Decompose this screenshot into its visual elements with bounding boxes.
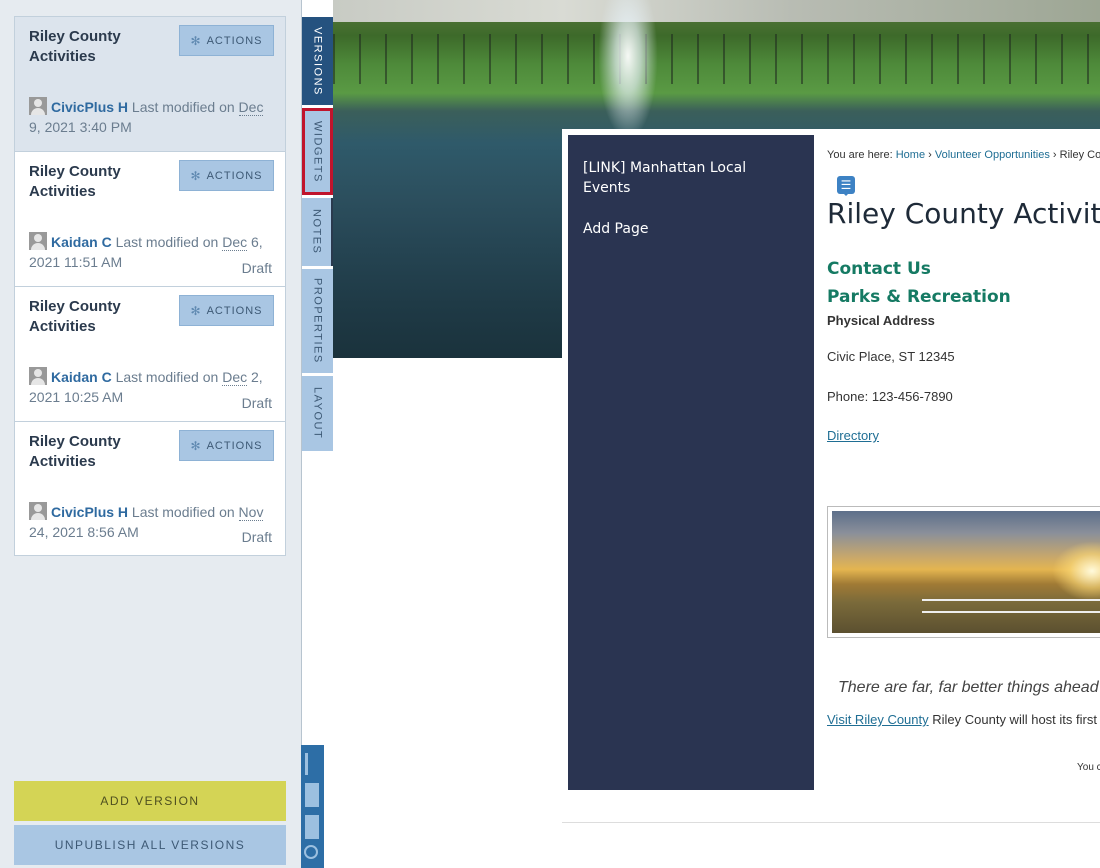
department-heading: Parks & Recreation: [827, 287, 1011, 307]
tab-notes[interactable]: NOTES: [302, 198, 333, 266]
breadcrumb-volunteer[interactable]: Volunteer Opportunities: [935, 149, 1050, 161]
status-badge: Draft: [241, 395, 272, 411]
list-icon[interactable]: ☰: [837, 176, 855, 196]
version-card[interactable]: Riley County Activities ✻ ACTIONS CivicPl…: [14, 421, 286, 556]
breadcrumb-home[interactable]: Home: [896, 149, 925, 161]
phone-text: Phone: 123-456-7890: [827, 389, 953, 404]
visit-paragraph: Visit Riley County Riley County will hos…: [827, 712, 1097, 727]
visit-text: Riley County will host its first: [928, 712, 1097, 727]
footer-snippet: You c: [1077, 762, 1100, 773]
page-content: You are here: Home › Volunteer Opportuni…: [827, 135, 1100, 868]
avatar: [29, 502, 47, 520]
actions-label: ACTIONS: [206, 304, 263, 317]
version-list: Riley County Activities ✻ ACTIONS CivicPl…: [14, 16, 286, 556]
fence-bg: [333, 34, 1100, 84]
version-meta: CivicPlus H Last modified on Dec 9, 2021…: [29, 97, 267, 137]
gear-icon: ✻: [190, 438, 202, 453]
version-title: Riley County Activities: [29, 433, 121, 470]
version-meta: Kaidan C Last modified on Dec 6, 2021 11…: [29, 232, 267, 272]
actions-label: ACTIONS: [206, 169, 263, 182]
breadcrumb-current: Riley Co: [1059, 149, 1100, 161]
quote-text: There are far, far better things ahead t: [838, 679, 1100, 696]
modified-label: Last modified on: [115, 369, 219, 385]
contact-heading: Contact Us: [827, 259, 931, 279]
address-text: Civic Place, ST 12345: [827, 349, 955, 364]
page-title: Riley County Activit: [827, 197, 1100, 230]
date-rest: 24, 2021 8:56 AM: [29, 524, 139, 540]
actions-button[interactable]: ✻ ACTIONS: [179, 295, 274, 326]
avatar: [29, 97, 47, 115]
date-month: Nov: [238, 504, 264, 521]
tab-widgets-label: WIDGETS: [311, 120, 324, 183]
add-version-button[interactable]: ADD VERSION: [14, 781, 286, 821]
tab-layout[interactable]: LAYOUT: [302, 376, 333, 451]
version-meta: Kaidan C Last modified on Dec 2, 2021 10…: [29, 367, 267, 407]
breadcrumb-sep: ›: [928, 149, 932, 161]
gear-icon: ✻: [190, 303, 202, 318]
breadcrumb-sep: ›: [1052, 149, 1057, 161]
fountain: [598, 0, 658, 140]
actions-label: ACTIONS: [206, 439, 263, 452]
breadcrumb-prefix: You are here:: [827, 149, 893, 161]
date-month: Dec: [222, 234, 248, 251]
author-name: CivicPlus H: [51, 99, 129, 115]
modified-label: Last modified on: [115, 234, 219, 250]
nav-link-manhattan-events[interactable]: [LINK] Manhattan Local Events: [583, 158, 793, 198]
author-name: Kaidan C: [51, 234, 112, 250]
mini-toolbar: [301, 745, 324, 868]
footer-divider: [562, 822, 1100, 823]
version-title: Riley County Activities: [29, 163, 121, 200]
nav-link-add-page[interactable]: Add Page: [583, 219, 793, 239]
date-rest: 9, 2021 3:40 PM: [29, 119, 132, 135]
layout-icon[interactable]: [305, 783, 319, 807]
tab-layout-label: LAYOUT: [311, 387, 324, 440]
unpublish-all-versions-button[interactable]: UNPUBLISH ALL VERSIONS: [14, 825, 286, 865]
actions-label: ACTIONS: [206, 34, 263, 47]
content-photo: [827, 506, 1100, 638]
version-meta: CivicPlus H Last modified on Nov 24, 202…: [29, 502, 267, 542]
page-icon[interactable]: [305, 815, 319, 839]
tab-properties[interactable]: PROPERTIES: [302, 269, 333, 373]
tab-versions[interactable]: VERSIONS: [302, 17, 333, 105]
version-title: Riley County Activities: [29, 298, 121, 335]
breadcrumb: You are here: Home › Volunteer Opportuni…: [827, 149, 1100, 161]
date-month: Dec: [222, 369, 248, 386]
author-name: CivicPlus H: [51, 504, 129, 520]
building-bg: [333, 0, 1100, 22]
date-month: Dec: [238, 99, 264, 116]
move-icon[interactable]: [304, 845, 318, 859]
address-label: Physical Address: [827, 313, 935, 328]
modified-label: Last modified on: [131, 504, 235, 520]
version-card[interactable]: Riley County Activities ✻ ACTIONS Kaidan …: [14, 286, 286, 421]
avatar: [29, 367, 47, 385]
actions-button[interactable]: ✻ ACTIONS: [179, 160, 274, 191]
status-badge: Draft: [241, 260, 272, 276]
modified-label: Last modified on: [131, 99, 235, 115]
directory-link[interactable]: Directory: [827, 428, 879, 443]
tab-widgets[interactable]: WIDGETS: [302, 108, 333, 195]
panel-handle-icon[interactable]: [305, 753, 308, 775]
version-card[interactable]: Riley County Activities ✻ ACTIONS CivicPl…: [14, 16, 286, 151]
site-left-nav: [LINK] Manhattan Local Events Add Page: [568, 135, 814, 790]
author-name: Kaidan C: [51, 369, 112, 385]
status-badge: Draft: [241, 529, 272, 545]
versions-panel: Riley County Activities ✻ ACTIONS CivicPl…: [0, 0, 302, 868]
tab-notes-label: NOTES: [310, 209, 323, 255]
actions-button[interactable]: ✻ ACTIONS: [179, 430, 274, 461]
gear-icon: ✻: [190, 168, 202, 183]
actions-button[interactable]: ✻ ACTIONS: [179, 25, 274, 56]
tab-properties-label: PROPERTIES: [311, 278, 324, 364]
avatar: [29, 232, 47, 250]
version-title: Riley County Activities: [29, 28, 121, 65]
gear-icon: ✻: [190, 33, 202, 48]
tab-versions-label: VERSIONS: [311, 26, 324, 96]
visit-link[interactable]: Visit Riley County: [827, 712, 929, 727]
version-card[interactable]: Riley County Activities ✻ ACTIONS Kaidan …: [14, 151, 286, 286]
